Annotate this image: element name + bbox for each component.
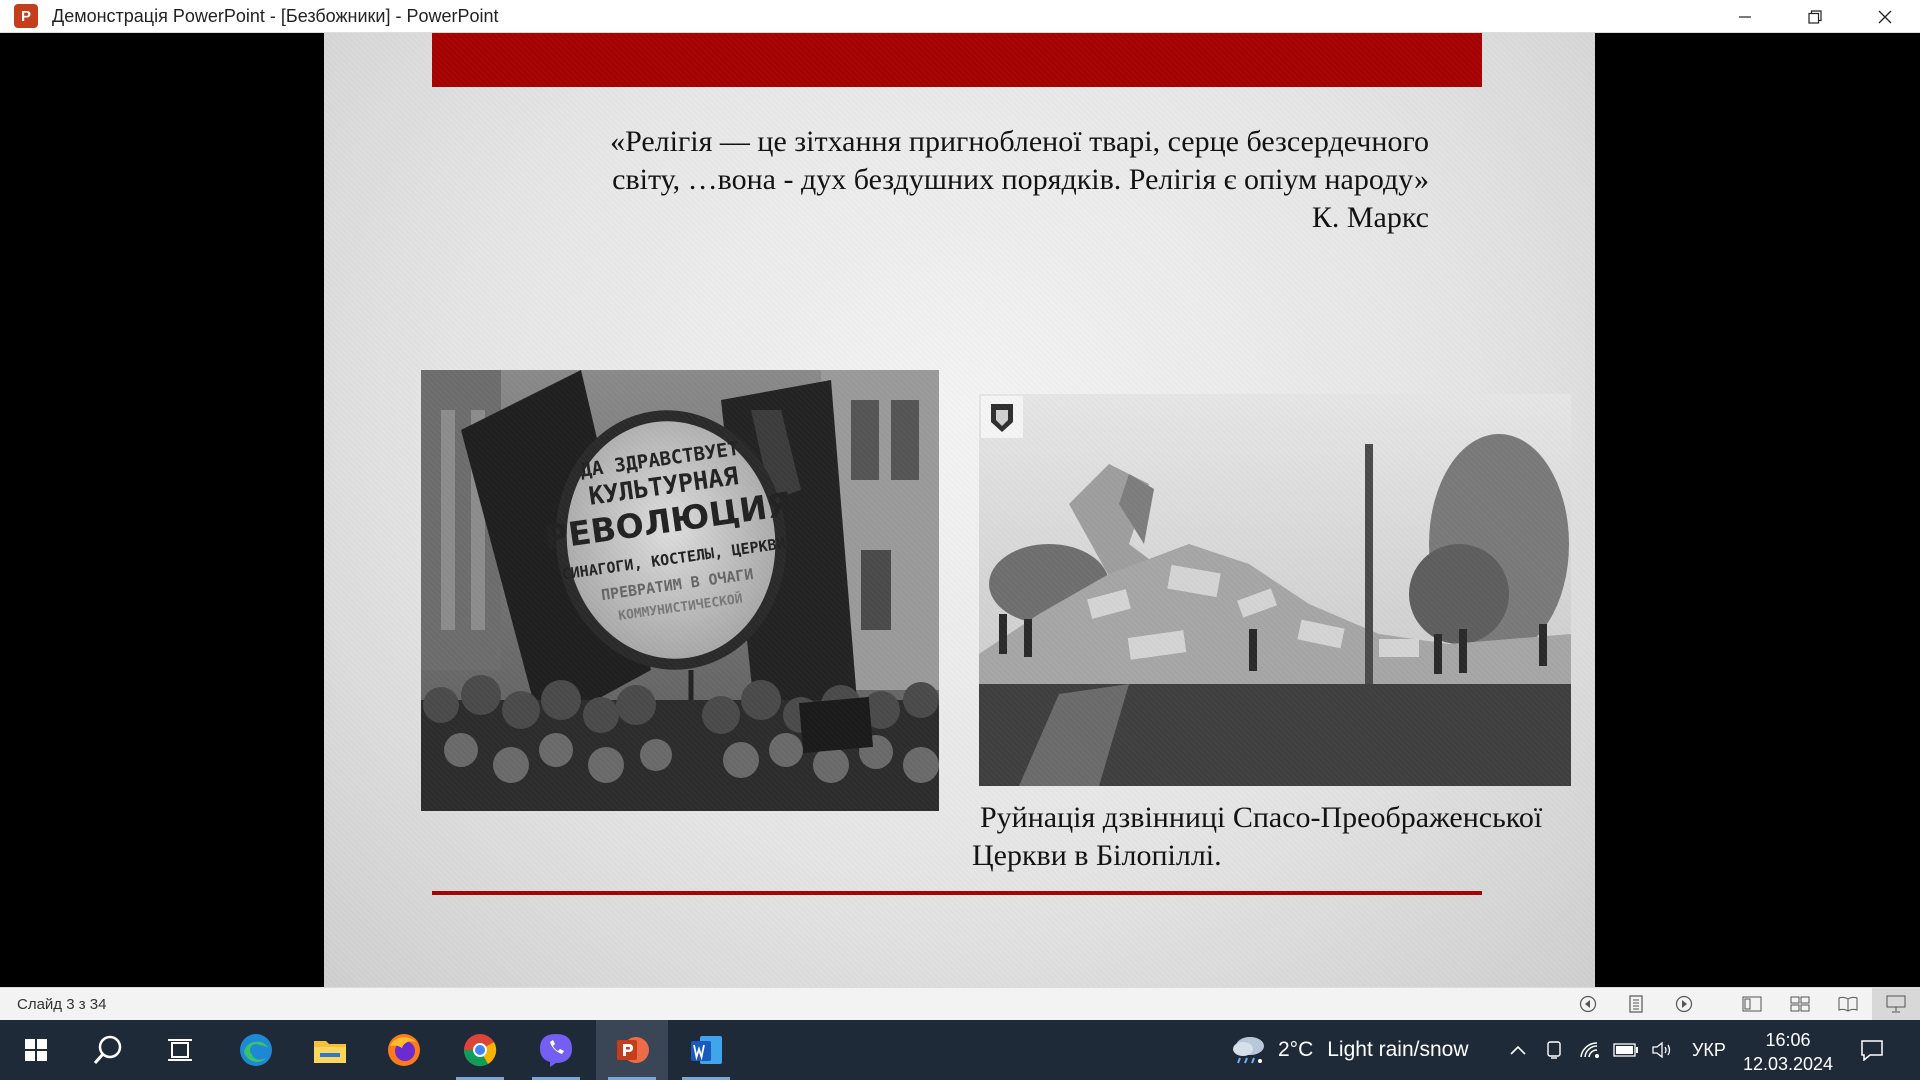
meet-now-button[interactable]: [1536, 1020, 1572, 1080]
network-button[interactable]: [1572, 1020, 1608, 1080]
slide-header-band: [432, 33, 1482, 87]
powerpoint-icon: [617, 1037, 649, 1063]
restore-button[interactable]: [1780, 0, 1850, 33]
minimize-button[interactable]: [1710, 0, 1780, 33]
normal-view-button[interactable]: [1728, 988, 1776, 1021]
caption-line: Руйнація дзвінниці Спасо-Преображенської: [980, 801, 1543, 834]
weather-widget[interactable]: 2°C Light rain/snow: [1230, 1020, 1469, 1080]
photo-caption: Руйнація дзвінниці Спасо-Преображенської…: [972, 799, 1592, 875]
battery-button[interactable]: [1608, 1020, 1644, 1080]
device-icon: [1547, 1041, 1561, 1059]
taskbar-viber[interactable]: [520, 1020, 592, 1080]
next-slide-button[interactable]: [1660, 988, 1708, 1021]
slide[interactable]: «Релігія — це зітхання пригнобленої твар…: [324, 33, 1595, 987]
window-titlebar: P Демонстрація PowerPoint - [Безбожники]…: [0, 0, 1920, 33]
show-hidden-icons-button[interactable]: [1500, 1020, 1536, 1080]
chevron-up-icon: [1510, 1045, 1526, 1055]
clock-date: 12.03.2024: [1742, 1054, 1834, 1074]
normal-view-icon: [1742, 996, 1762, 1012]
task-view-icon: [168, 1039, 192, 1061]
input-language[interactable]: УКР: [1692, 1040, 1726, 1061]
task-view-button[interactable]: [144, 1020, 216, 1080]
start-button[interactable]: [0, 1020, 72, 1080]
quote-author: К. Маркс: [1311, 201, 1429, 234]
file-explorer-icon: [314, 1041, 346, 1063]
chrome-icon: [463, 1034, 497, 1067]
next-slide-icon: [1675, 995, 1693, 1013]
quote-line: світу, …вона - дух бездушних порядків. Р…: [612, 163, 1429, 196]
slide-counter: Слайд 3 з 34: [17, 995, 107, 1013]
edge-icon: [240, 1034, 272, 1066]
rain-snow-cloud-icon: [1233, 1037, 1264, 1064]
notification-icon: [1861, 1040, 1883, 1061]
taskbar-chrome[interactable]: [444, 1020, 516, 1080]
slide-footer-rule: [432, 891, 1482, 895]
battery-icon: [1613, 1043, 1638, 1057]
slideshow-viewport[interactable]: «Релігія — це зітхання пригнобленої твар…: [0, 33, 1920, 987]
window-title: Демонстрація PowerPoint - [Безбожники] -…: [52, 5, 499, 26]
previous-slide-icon: [1579, 995, 1597, 1013]
system-clock[interactable]: 16:06 12.03.2024: [1738, 1028, 1838, 1076]
taskbar-powerpoint[interactable]: [596, 1020, 668, 1080]
search-button[interactable]: [72, 1020, 144, 1080]
minimize-icon: [1739, 15, 1751, 18]
weather-condition: Light rain/snow: [1327, 1038, 1469, 1061]
wifi-icon: [1580, 1042, 1599, 1058]
slide-menu-button[interactable]: [1612, 988, 1660, 1021]
coat-of-arms-icon: [981, 396, 1023, 438]
reading-view-button[interactable]: [1824, 988, 1872, 1021]
slide-sorter-button[interactable]: [1776, 988, 1824, 1021]
firefox-icon: [388, 1034, 420, 1066]
weather-temperature: 2°C: [1278, 1038, 1314, 1061]
clock-time: 16:06: [1765, 1030, 1811, 1050]
powerpoint-icon: P: [14, 4, 38, 28]
caption-line: Церкви в Білопіллі.: [972, 839, 1222, 872]
volume-button[interactable]: [1644, 1020, 1680, 1080]
windows-taskbar: 2°C Light rain/snow УКР 16:06 12.03.2024: [0, 1020, 1920, 1080]
speaker-icon: [1652, 1041, 1671, 1059]
marx-quote: «Релігія — це зітхання пригнобленої твар…: [504, 123, 1429, 237]
slide-menu-icon: [1629, 995, 1643, 1013]
slideshow-button[interactable]: [1872, 987, 1920, 1021]
previous-slide-button[interactable]: [1564, 988, 1612, 1021]
system-tray: УКР: [1500, 1020, 1726, 1080]
close-icon: [1878, 10, 1892, 23]
notifications-button[interactable]: [1848, 1020, 1896, 1080]
slideshow-icon: [1886, 995, 1906, 1013]
taskbar-edge[interactable]: [220, 1020, 292, 1080]
slide-sorter-icon: [1790, 996, 1810, 1012]
close-button[interactable]: [1850, 0, 1920, 33]
restore-icon: [1808, 9, 1822, 24]
presentation-statusbar: Слайд 3 з 34: [0, 987, 1920, 1021]
viber-icon: [540, 1034, 572, 1067]
photo-demonstration-banner: ДА ЗДРАВСТВУЕТ КУЛЬТУРНАЯ РЕВОЛЮЦИЯ СИНА…: [421, 370, 939, 811]
photo-ruined-belltower: [979, 394, 1571, 786]
reading-view-icon: [1838, 996, 1858, 1012]
window-controls: [1710, 0, 1920, 32]
word-icon: [691, 1036, 722, 1064]
taskbar-file-explorer[interactable]: [294, 1020, 366, 1080]
search-icon: [93, 1035, 122, 1064]
quote-line: «Релігія — це зітхання пригнобленої твар…: [610, 125, 1429, 158]
taskbar-firefox[interactable]: [368, 1020, 440, 1080]
taskbar-word[interactable]: [670, 1020, 742, 1080]
start-icon: [25, 1039, 47, 1061]
